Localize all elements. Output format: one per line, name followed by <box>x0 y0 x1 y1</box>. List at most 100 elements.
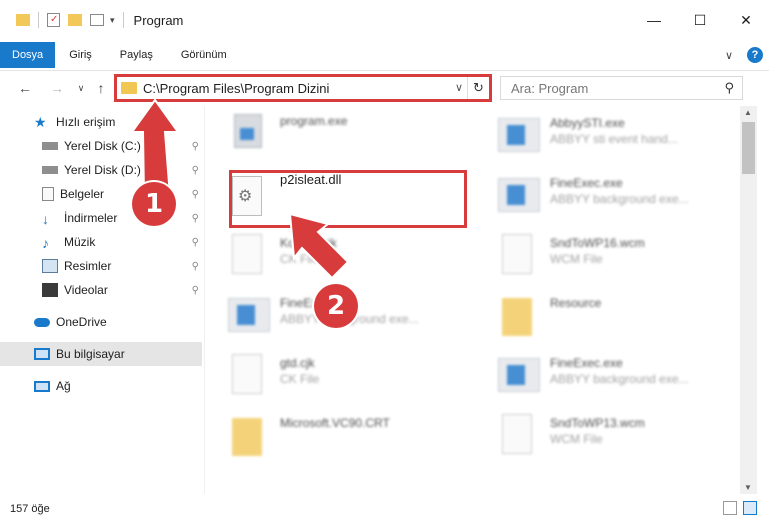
sidebar-item-disk-d[interactable]: Yerel Disk (D:) ⚲ <box>0 158 205 182</box>
tab-paylas[interactable]: Paylaş <box>106 42 167 68</box>
folder-icon <box>16 14 30 26</box>
address-row: ← → ∨ ↑ C:\Program Files\Program Dizini … <box>0 70 769 104</box>
pin-icon[interactable]: ⚲ <box>192 213 199 224</box>
properties-icon[interactable]: ✓ <box>47 13 60 27</box>
address-dropdown-icon[interactable]: ∨ <box>455 81 463 94</box>
details-view-icon[interactable] <box>723 501 737 515</box>
pin-icon[interactable]: ⚲ <box>192 165 199 176</box>
step-1-badge: 1 <box>132 182 176 226</box>
file-name: SndToWP16.wcm <box>550 236 645 250</box>
file-item[interactable]: Korean.cjk CK File <box>206 228 446 284</box>
file-item[interactable]: FineExec.exe ABBYY background exe... <box>476 168 716 224</box>
pin-icon[interactable]: ⚲ <box>192 237 199 248</box>
drive-icon <box>42 166 58 174</box>
address-bar[interactable]: C:\Program Files\Program Dizini ∨ ↻ <box>114 74 492 102</box>
file-name: FineExec.exe <box>550 176 623 190</box>
star-icon: ★ <box>34 113 47 130</box>
close-button[interactable]: ✕ <box>723 0 769 40</box>
quick-access-toolbar: ✓ ▾ <box>0 0 128 40</box>
exe-icon <box>498 174 540 218</box>
window-controls: — ☐ ✕ <box>631 0 769 40</box>
customize-toolbar-icon[interactable] <box>90 14 104 26</box>
tab-giris[interactable]: Giriş <box>55 42 106 68</box>
file-item[interactable]: Resource <box>476 288 716 344</box>
highlight-box-dll <box>229 170 467 228</box>
sidebar-item-muzik[interactable]: ♪ Müzik ⚲ <box>0 230 205 254</box>
video-icon <box>42 283 58 297</box>
file-description: WCM File <box>550 432 603 446</box>
ribbon-right-controls: ∨ ? <box>725 42 763 68</box>
file-name: Resource <box>550 296 602 310</box>
sidebar-item-onedrive[interactable]: OneDrive <box>0 310 205 334</box>
pin-icon[interactable]: ⚲ <box>192 189 199 200</box>
status-bar: 157 öğe <box>0 496 769 522</box>
sidebar-item-label: Resimler <box>64 259 112 273</box>
file-name: gtd.cjk <box>280 356 315 370</box>
file-name: FineExec.exe <box>550 356 623 370</box>
sidebar-item-bu-bilgisayar[interactable]: Bu bilgisayar <box>0 342 202 366</box>
sidebar-item-label: Bu bilgisayar <box>56 347 125 361</box>
vertical-scrollbar[interactable]: ▲ ▼ <box>740 106 757 494</box>
file-icon <box>498 234 538 278</box>
file-icon <box>228 354 268 398</box>
refresh-button[interactable]: ↻ <box>467 77 489 99</box>
separator <box>122 12 124 28</box>
recent-locations-button[interactable]: ∨ <box>70 77 92 99</box>
file-item[interactable]: SndToWP13.wcm WCM File <box>476 408 716 464</box>
search-placeholder: Ara: Program <box>511 80 589 96</box>
tab-dosya[interactable]: Dosya <box>0 42 56 68</box>
tab-gorunum[interactable]: Görünüm <box>167 42 241 68</box>
step-2-badge: 2 <box>314 284 358 328</box>
sidebar-item-videolar[interactable]: Videolar ⚲ <box>0 278 205 302</box>
sidebar-item-label: OneDrive <box>56 315 107 329</box>
pin-icon[interactable]: ⚲ <box>192 141 199 152</box>
file-description: CK File <box>280 252 320 266</box>
file-description: ABBYY sti event hand... <box>550 132 678 146</box>
sidebar-item-quick-access[interactable]: ★ Hızlı erişim <box>0 110 205 134</box>
help-icon[interactable]: ? <box>747 47 763 63</box>
maximize-button[interactable]: ☐ <box>677 0 723 40</box>
sidebar-item-ag[interactable]: Ağ <box>0 374 205 398</box>
up-button[interactable]: ↑ <box>90 77 112 99</box>
search-input[interactable]: Ara: Program ⚲ <box>500 76 743 100</box>
file-item[interactable]: gtd.cjk CK File <box>206 348 446 404</box>
large-icons-view-icon[interactable] <box>743 501 757 515</box>
sidebar-item-label: Belgeler <box>60 187 105 201</box>
window-title: Program <box>133 12 184 28</box>
search-icon[interactable]: ⚲ <box>724 80 734 96</box>
exe-icon <box>498 354 540 398</box>
title-bar: ✓ ▾ Program — ☐ ✕ <box>0 0 769 40</box>
expand-ribbon-icon[interactable]: ∨ <box>725 49 733 62</box>
scroll-down-icon[interactable]: ▼ <box>744 483 752 492</box>
exe-icon <box>498 114 540 158</box>
forward-button[interactable]: → <box>46 77 68 99</box>
file-name: SndToWP13.wcm <box>550 416 645 430</box>
file-description: ABBYY background exe... <box>550 192 689 206</box>
file-name: Microsoft.VC90.CRT <box>280 416 390 430</box>
file-item[interactable]: SndToWP16.wcm WCM File <box>476 228 716 284</box>
file-name: AbbyySTI.exe <box>550 116 625 130</box>
back-button[interactable]: ← <box>14 77 36 99</box>
network-icon <box>34 380 50 392</box>
pin-icon[interactable]: ⚲ <box>192 285 199 296</box>
file-item[interactable]: Microsoft.VC90.CRT <box>206 408 446 464</box>
minimize-button[interactable]: — <box>631 0 677 40</box>
file-item[interactable]: program.exe <box>206 108 446 164</box>
address-path[interactable]: C:\Program Files\Program Dizini <box>143 81 329 96</box>
file-item[interactable]: AbbyySTI.exe ABBYY sti event hand... <box>476 108 716 164</box>
chevron-down-icon[interactable]: ▾ <box>110 15 115 26</box>
file-item[interactable]: FineExec.exe ABBYY background exe... <box>476 348 716 404</box>
cloud-icon <box>34 317 50 327</box>
file-description: WCM File <box>550 252 603 266</box>
sidebar-item-label: Hızlı erişim <box>56 115 116 129</box>
new-folder-icon[interactable] <box>68 14 82 26</box>
drive-icon <box>42 142 58 150</box>
pin-icon[interactable]: ⚲ <box>192 261 199 272</box>
sidebar-item-resimler[interactable]: Resimler ⚲ <box>0 254 205 278</box>
scrollbar-thumb[interactable] <box>742 122 755 174</box>
sidebar-item-disk-c[interactable]: Yerel Disk (C:) ⚲ <box>0 134 205 158</box>
ribbon-tabs: Dosya Giriş Paylaş Görünüm ∨ ? <box>0 42 769 68</box>
scroll-up-icon[interactable]: ▲ <box>744 108 752 117</box>
installer-icon <box>228 114 268 158</box>
sidebar-item-label: Yerel Disk (D:) <box>64 163 141 177</box>
